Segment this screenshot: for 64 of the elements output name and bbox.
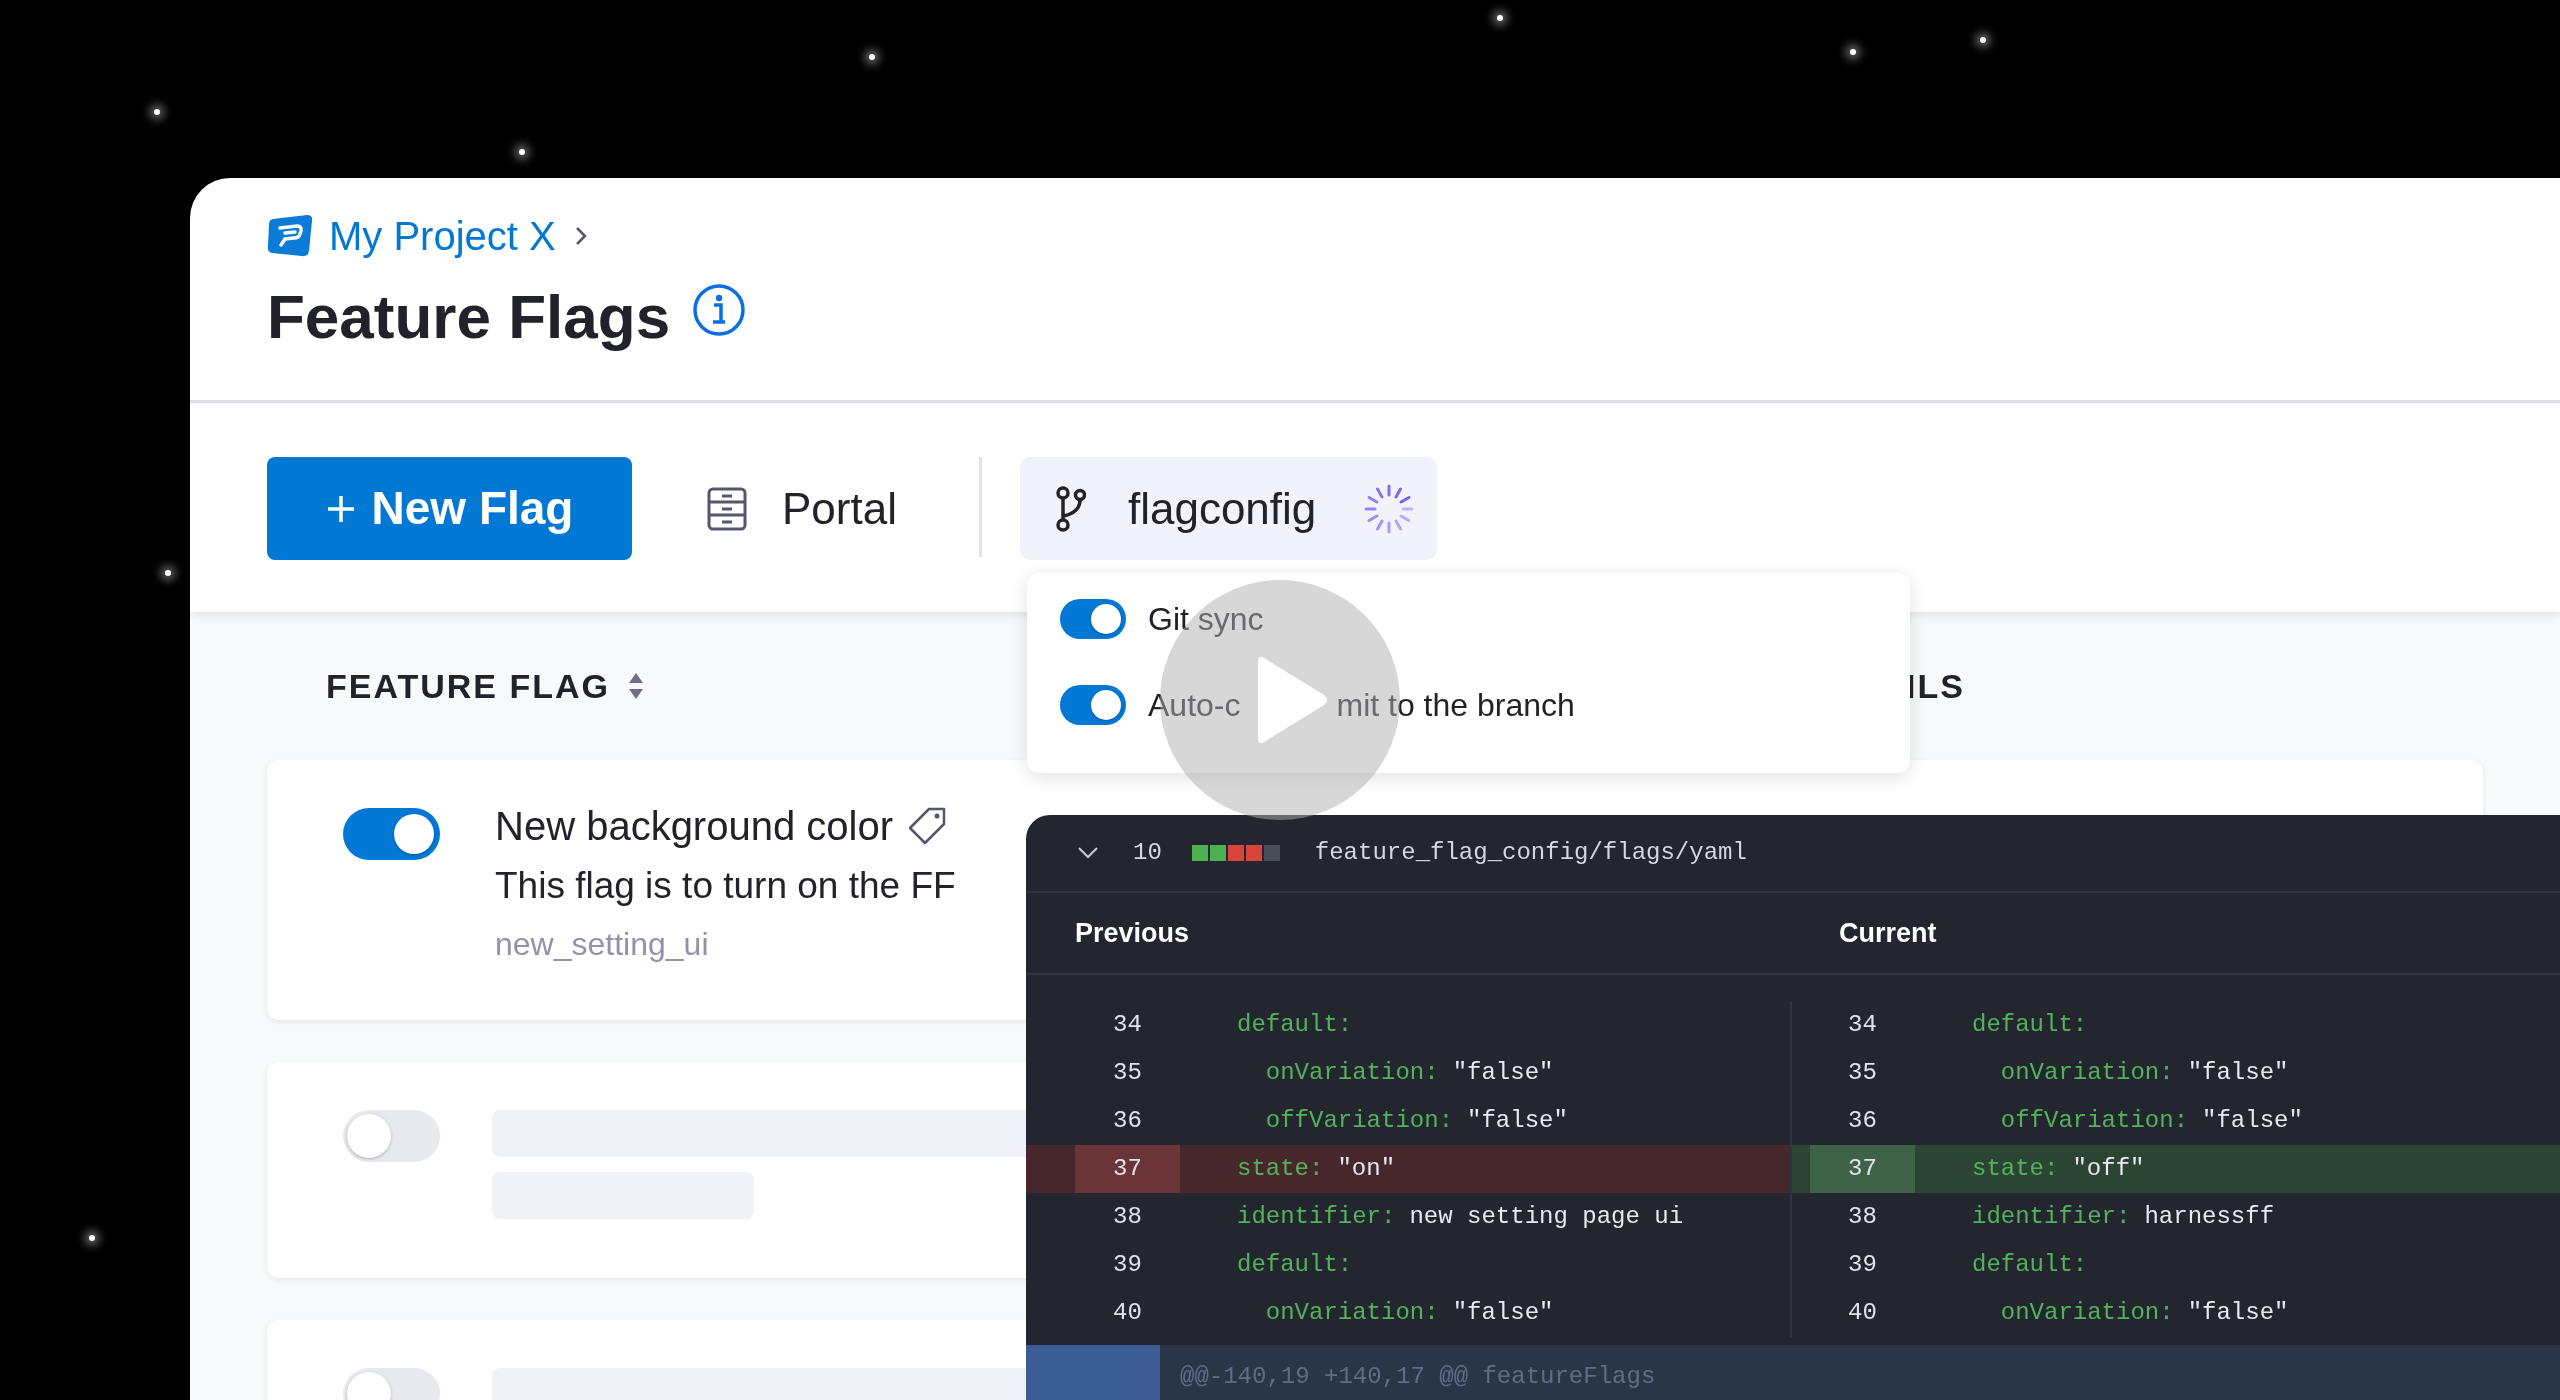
code-line: 39 default: bbox=[1075, 1241, 1790, 1289]
tag-icon bbox=[907, 806, 947, 846]
line-number: 39 bbox=[1112, 1250, 1143, 1280]
branch-selector[interactable]: flagconfig bbox=[1019, 457, 1437, 560]
chevron-right-icon bbox=[573, 225, 588, 247]
toggle-switch[interactable] bbox=[343, 808, 440, 860]
sort-icon bbox=[628, 671, 644, 701]
plus-icon bbox=[325, 493, 356, 524]
line-number: 40 bbox=[1847, 1298, 1878, 1328]
flag-identifier: new_setting_ui bbox=[495, 925, 710, 965]
star-dot bbox=[1980, 37, 1986, 43]
star-dot bbox=[1497, 15, 1503, 21]
pane-title: Current bbox=[1839, 916, 1937, 950]
line-number: 34 bbox=[1847, 1010, 1878, 1040]
change-count: 10 bbox=[1133, 838, 1162, 868]
hunk-header: @@-140,19 +140,17 @@ featureFlags bbox=[1026, 1345, 2560, 1400]
option-label: mit to the branch bbox=[1336, 686, 1575, 725]
toggle-switch[interactable] bbox=[343, 1110, 440, 1162]
line-number: 38 bbox=[1847, 1202, 1878, 1232]
star-dot bbox=[869, 54, 875, 60]
code-line: 35 onVariation: "false" bbox=[1075, 1049, 1790, 1097]
line-number: 37 bbox=[1075, 1145, 1180, 1193]
code-line: 38 identifier: harnessff bbox=[1810, 1193, 2560, 1241]
file-path: feature_flag_config/flags/yaml bbox=[1314, 838, 1747, 868]
line-number: 39 bbox=[1847, 1250, 1878, 1280]
line-number: 34 bbox=[1112, 1010, 1143, 1040]
line-number: 37 bbox=[1810, 1145, 1915, 1193]
option-label: Auto-c bbox=[1148, 686, 1241, 725]
code-line: 36 offVariation: "false" bbox=[1075, 1097, 1790, 1145]
star-dot bbox=[89, 1235, 95, 1241]
option-label: Git sync bbox=[1148, 600, 1264, 639]
line-number: 35 bbox=[1847, 1058, 1878, 1088]
page-title: Feature Flags bbox=[267, 281, 671, 353]
column-header[interactable]: FEATURE FLAG bbox=[326, 660, 610, 712]
line-number: 40 bbox=[1112, 1298, 1143, 1328]
portal-button[interactable]: Portal bbox=[700, 457, 903, 560]
line-number: 36 bbox=[1112, 1106, 1143, 1136]
info-icon[interactable] bbox=[692, 283, 747, 338]
star-dot bbox=[1850, 49, 1856, 55]
flag-name[interactable]: New background color bbox=[495, 802, 893, 850]
logo-icon bbox=[267, 215, 313, 257]
cabinet-icon bbox=[706, 485, 748, 532]
code-line: 36 offVariation: "false" bbox=[1810, 1097, 2560, 1145]
pane-title: Previous bbox=[1075, 916, 1190, 950]
toggle-switch[interactable] bbox=[1060, 685, 1126, 725]
code-line: 34 default: bbox=[1810, 1001, 2560, 1049]
code-line: 40 onVariation: "false" bbox=[1810, 1289, 2560, 1337]
code-line: 40 onVariation: "false" bbox=[1075, 1289, 1790, 1337]
spinner-icon bbox=[1362, 482, 1415, 535]
star-dot bbox=[165, 570, 171, 576]
branch-icon bbox=[1055, 485, 1086, 532]
flag-description: This flag is to turn on the FF bbox=[495, 864, 956, 908]
line-number: 38 bbox=[1112, 1202, 1143, 1232]
code-line: 39 default: bbox=[1810, 1241, 2560, 1289]
star-dot bbox=[154, 109, 160, 115]
toggle-switch[interactable] bbox=[1060, 599, 1126, 639]
code-line: 34 default: bbox=[1075, 1001, 1790, 1049]
code-line: 38 identifier: new setting page ui bbox=[1075, 1193, 1790, 1241]
star-dot bbox=[519, 149, 525, 155]
line-number: 35 bbox=[1112, 1058, 1143, 1088]
code-line: 35 onVariation: "false" bbox=[1810, 1049, 2560, 1097]
line-number: 36 bbox=[1847, 1106, 1878, 1136]
new-flag-button[interactable]: New Flag bbox=[267, 457, 632, 560]
breadcrumb-link[interactable]: My Project X bbox=[329, 206, 556, 266]
